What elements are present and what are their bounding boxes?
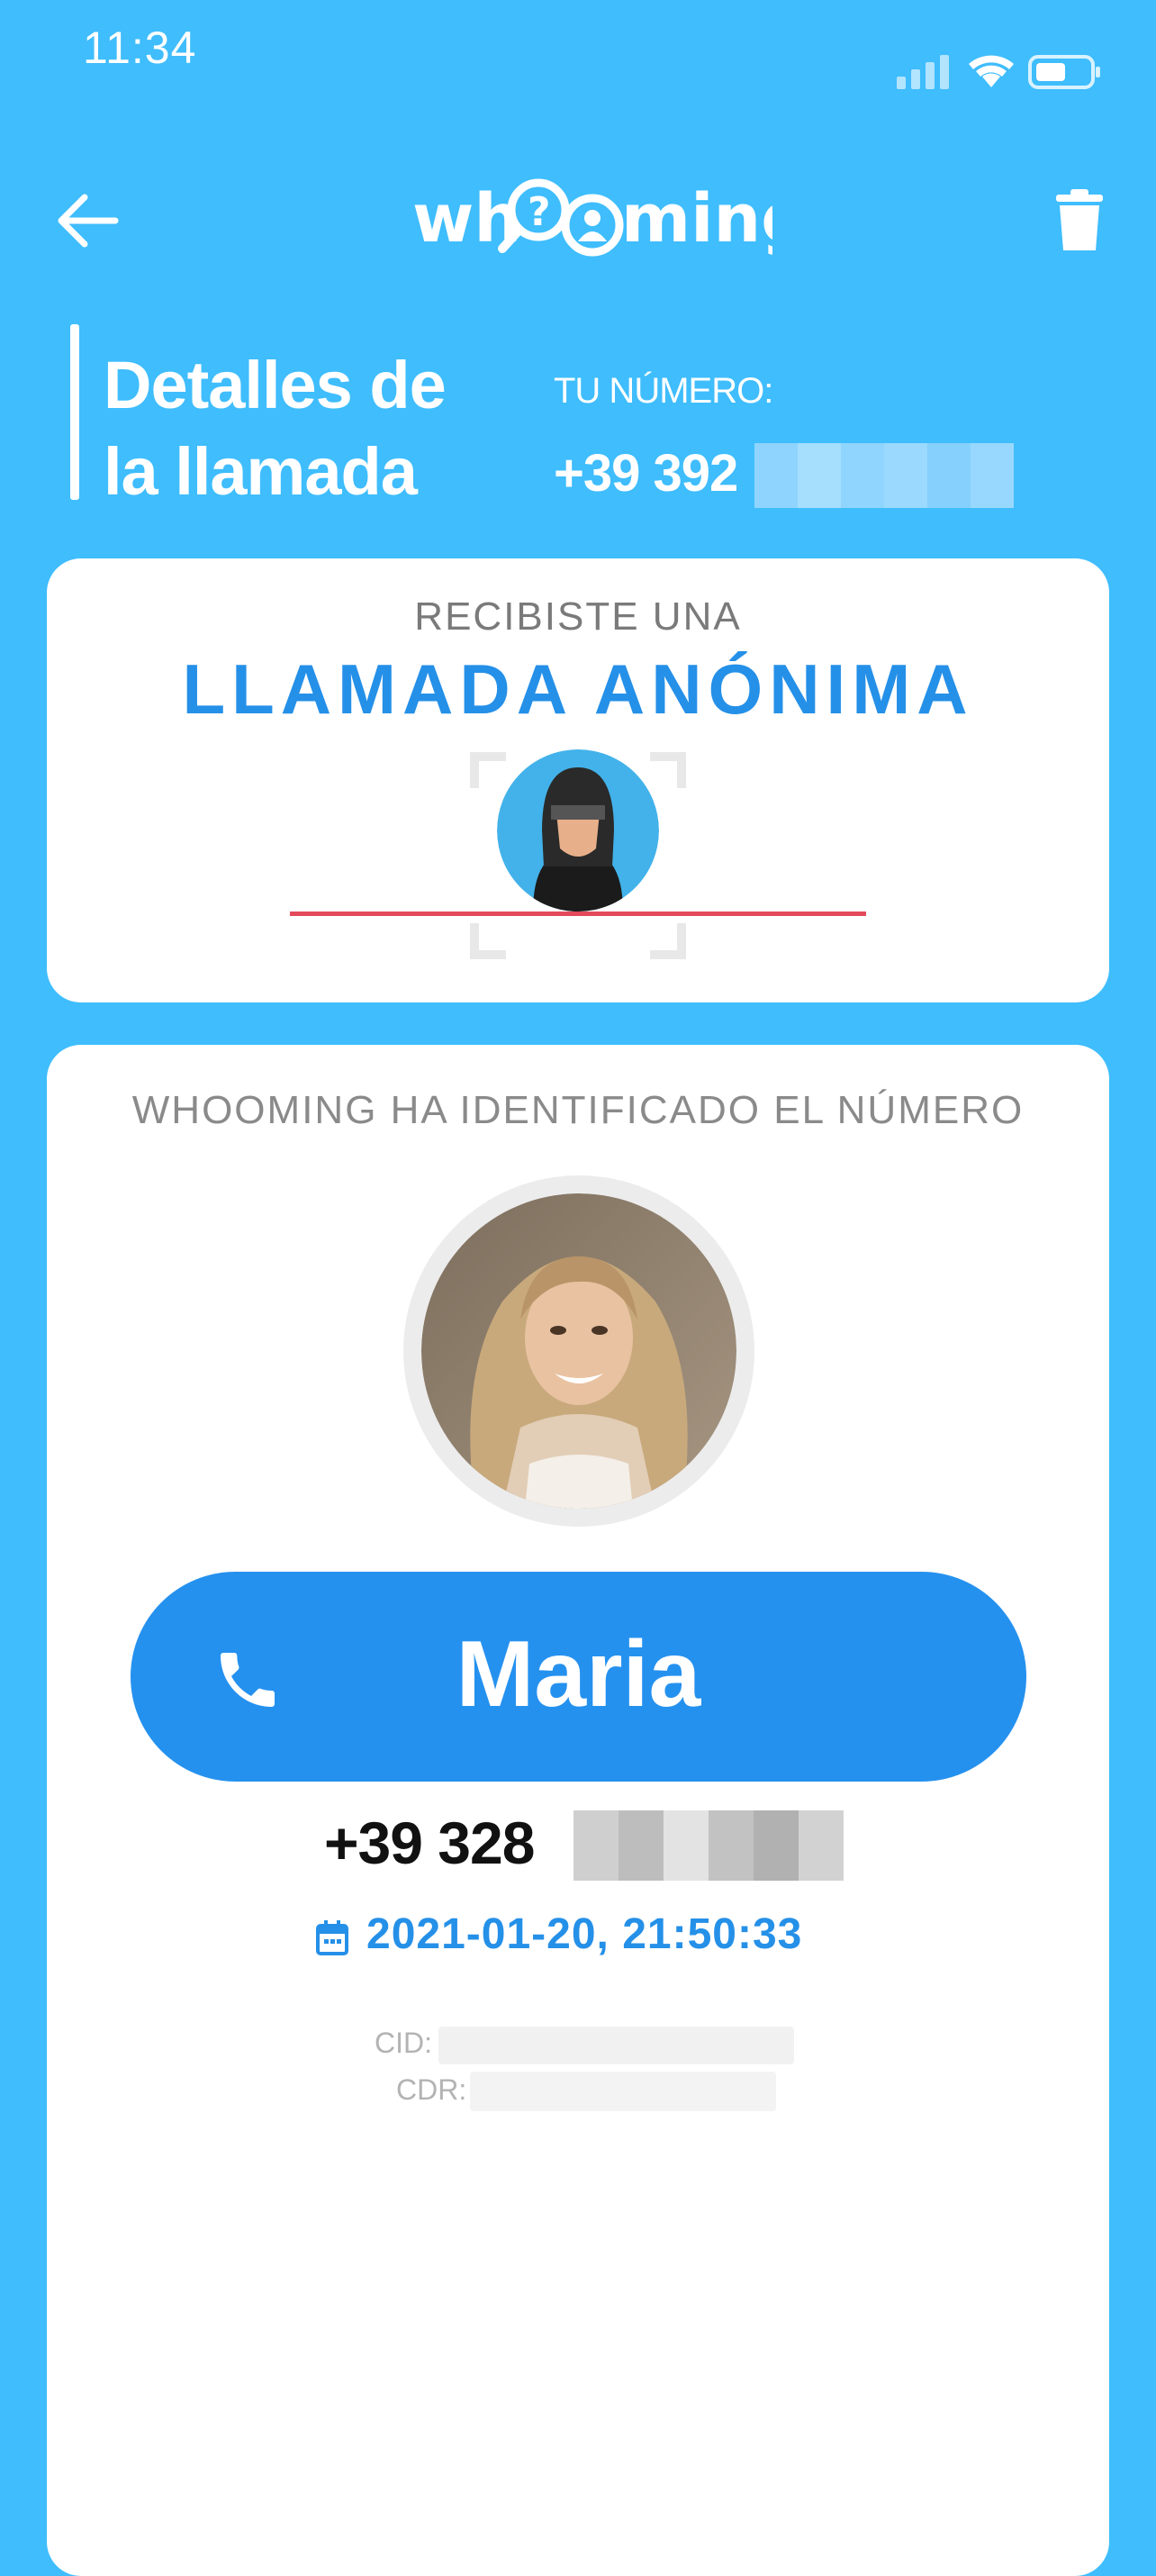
cid-label: CID:: [375, 2027, 432, 2059]
cid-redacted: [438, 2027, 794, 2064]
status-icons: [897, 55, 1100, 89]
wifi-icon: [969, 55, 1014, 87]
page-title-line1: Detalles de: [104, 348, 447, 422]
signal-icon: [897, 55, 949, 89]
svg-text:?: ?: [528, 189, 551, 235]
caller-number: +39 328: [324, 1810, 535, 1876]
caller-name: Maria: [456, 1622, 701, 1727]
identified-label: WHOOMING HA IDENTIFICADO EL NÚMERO: [131, 1088, 1025, 1132]
page-title: Detalles de la llamada: [104, 342, 518, 515]
cdr-label: CDR:: [396, 2073, 467, 2106]
back-arrow-icon[interactable]: [54, 185, 126, 257]
whooming-logo: wh ? ming: [412, 160, 808, 277]
status-time: 11:34: [83, 23, 197, 73]
battery-icon: [1028, 55, 1100, 89]
svg-text:ming: ming: [621, 180, 772, 258]
page-title-line2: la llamada: [104, 434, 418, 509]
your-number-value: +39 392: [554, 444, 738, 503]
title-accent-bar: [70, 324, 79, 500]
caller-number-redacted: [573, 1810, 844, 1881]
scan-line: [290, 912, 866, 916]
trash-icon[interactable]: [1052, 189, 1106, 252]
anonymous-call-card: RECIBISTE UNA LLAMADA ANÓNIMA: [47, 558, 1109, 1002]
anonymous-call-title: LLAMADA ANÓNIMA: [182, 649, 974, 729]
cdr-redacted: [470, 2072, 776, 2111]
your-number-label: TU NÚMERO:: [554, 371, 773, 411]
caller-photo: [421, 1193, 736, 1509]
call-datetime: 2021-01-20, 21:50:33: [366, 1910, 803, 1958]
caller-photo-ring: [403, 1175, 754, 1527]
received-label: RECIBISTE UNA: [414, 594, 742, 639]
your-number-redacted: [754, 443, 1014, 508]
caller-name-button[interactable]: Maria: [131, 1572, 1026, 1782]
identified-number-card: WHOOMING HA IDENTIFICADO EL NÚMERO Maria…: [47, 1045, 1109, 2576]
anonymous-avatar-icon: [497, 749, 659, 912]
calendar-icon: [316, 1920, 348, 1955]
